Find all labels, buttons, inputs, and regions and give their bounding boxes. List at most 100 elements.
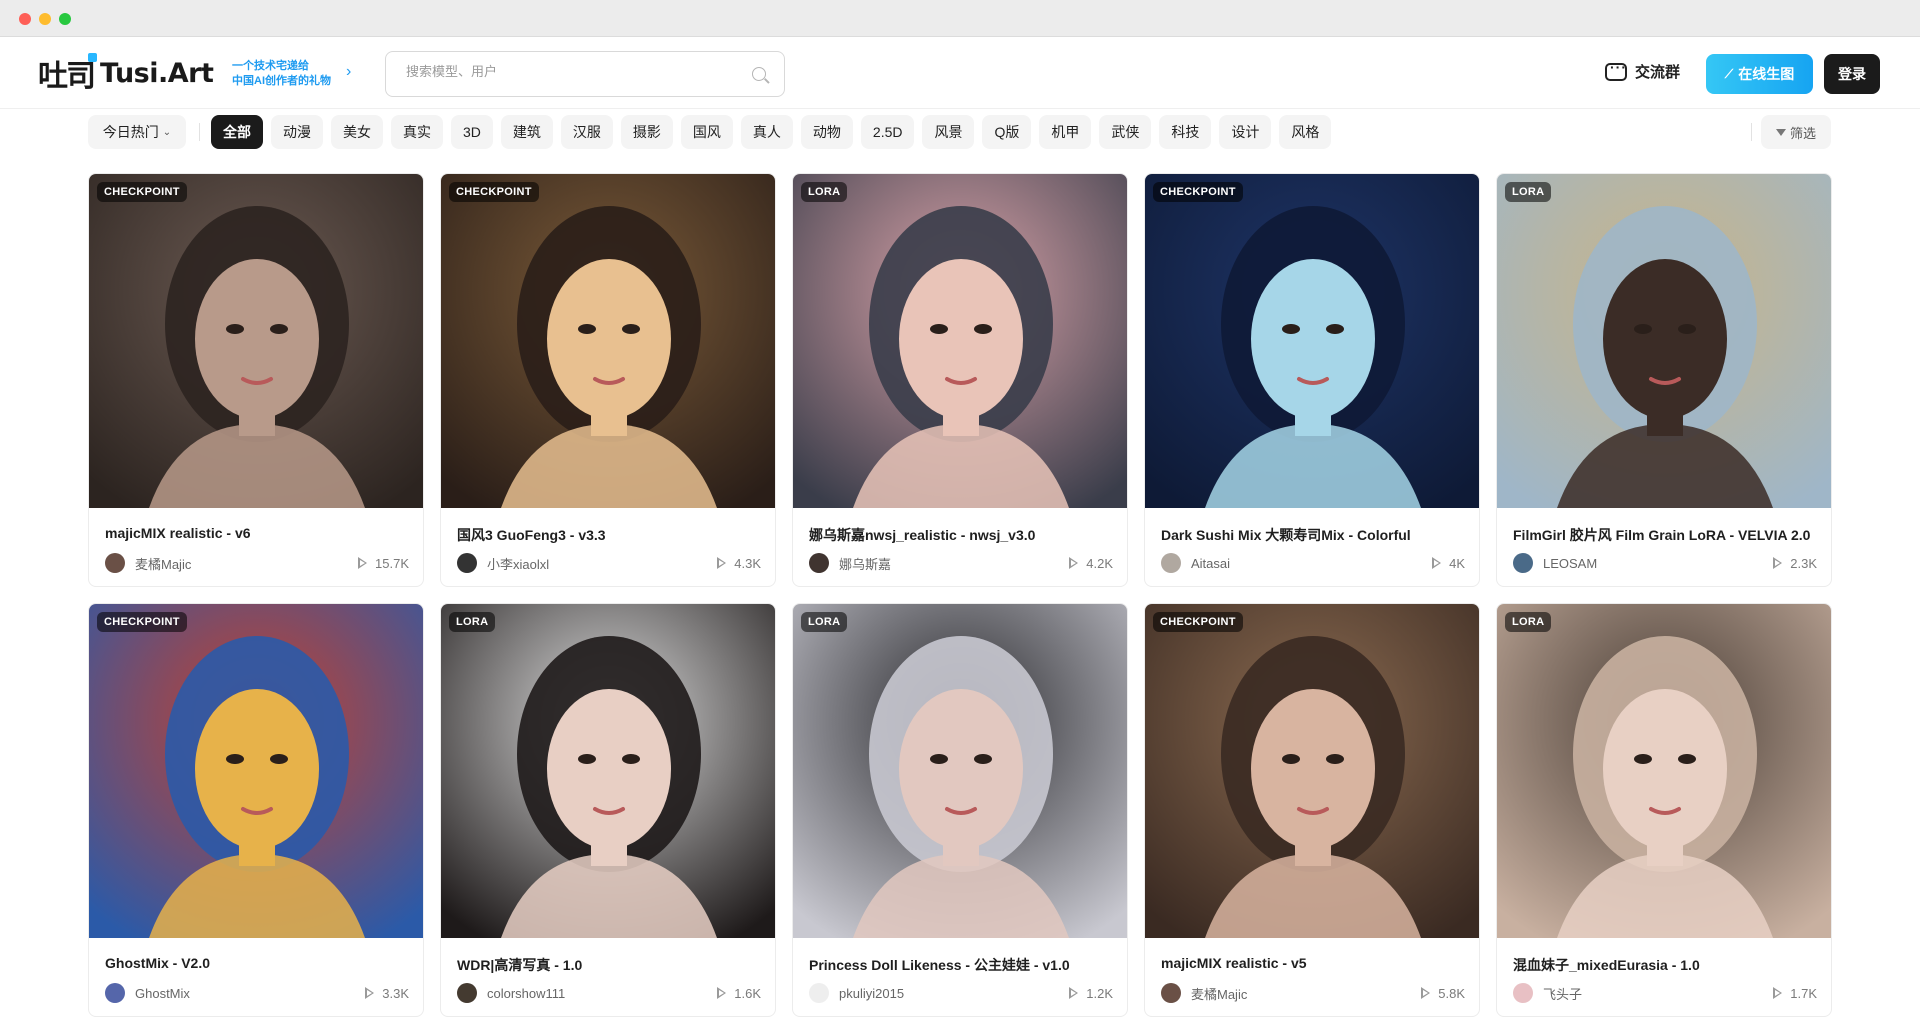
avatar[interactable]: [809, 983, 829, 1003]
model-title[interactable]: majicMIX realistic - v6: [105, 525, 413, 541]
run-count: 1.6K: [734, 985, 761, 1001]
model-type-badge: LORA: [801, 612, 848, 632]
community-link[interactable]: 交流群: [1605, 59, 1680, 82]
model-thumbnail[interactable]: CHECKPOINT: [1145, 604, 1479, 938]
model-thumbnail[interactable]: LORA: [441, 604, 775, 938]
sort-label: 今日热门: [102, 124, 159, 140]
model-title[interactable]: FilmGirl 胶片风 Film Grain LoRA - VELVIA 2.…: [1513, 525, 1821, 545]
portrait-image: [89, 604, 423, 938]
avatar[interactable]: [1161, 553, 1181, 573]
model-thumbnail[interactable]: CHECKPOINT: [1145, 174, 1479, 508]
author-name[interactable]: 麦橘Majic: [1191, 984, 1422, 1003]
model-title[interactable]: Princess Doll Likeness - 公主娃娃 - v1.0: [809, 955, 1117, 975]
avatar[interactable]: [1513, 553, 1533, 573]
online-generate-button[interactable]: ⟋ 在线生图: [1706, 54, 1813, 94]
window-titlebar: [0, 0, 1920, 37]
filter-button[interactable]: 筛选: [1761, 115, 1831, 149]
close-window-button[interactable]: [19, 13, 31, 25]
category-tag[interactable]: 风格: [1279, 115, 1332, 149]
model-card[interactable]: CHECKPOINT GhostMix - V2.0 GhostMix 3.3K: [88, 603, 424, 1017]
model-thumbnail[interactable]: LORA: [793, 174, 1127, 508]
author-name[interactable]: 娜乌斯嘉: [839, 554, 1070, 573]
play-icon: [1069, 557, 1079, 569]
category-tag[interactable]: 全部: [211, 115, 263, 149]
avatar[interactable]: [457, 553, 477, 573]
model-card[interactable]: LORA 娜乌斯嘉nwsj_realistic - nwsj_v3.0 娜乌斯嘉 4.…: [792, 173, 1128, 587]
author-name[interactable]: colorshow111: [487, 986, 718, 1001]
minimize-window-button[interactable]: [39, 13, 51, 25]
model-title[interactable]: WDR|高清写真 - 1.0: [457, 955, 765, 975]
category-tag[interactable]: 3D: [451, 115, 493, 149]
logo-text: Tusi.Art: [100, 57, 214, 89]
run-count: 4.2K: [1086, 555, 1113, 571]
category-tag[interactable]: 真人: [740, 115, 793, 149]
avatar[interactable]: [105, 983, 125, 1003]
model-card[interactable]: CHECKPOINT majicMIX realistic - v6 麦橘Majic…: [88, 173, 424, 587]
run-count: 5.8K: [1438, 985, 1465, 1001]
category-tag[interactable]: 风景: [922, 115, 975, 149]
model-title[interactable]: Dark Sushi Mix 大颗寿司Mix - Colorful: [1161, 525, 1469, 545]
model-card[interactable]: LORA FilmGirl 胶片风 Film Grain LoRA - VELVI…: [1496, 173, 1832, 587]
model-card[interactable]: CHECKPOINT majicMIX realistic - v5 麦橘Majic…: [1144, 603, 1480, 1017]
chevron-right-icon[interactable]: ›: [346, 63, 351, 81]
category-tag[interactable]: 机甲: [1039, 115, 1092, 149]
model-meta: LEOSAM 2.3K: [1513, 552, 1817, 574]
site-logo[interactable]: 吐司 Tusi.Art: [38, 53, 214, 94]
model-type-badge: CHECKPOINT: [1153, 612, 1243, 632]
model-thumbnail[interactable]: LORA: [1497, 604, 1831, 938]
category-tags: 全部 动漫 美女 真实 3D 建筑 汉服 摄影 国风 真人 动物 2.5D 风景 Q版 机甲 武侠 科技 设计 风格: [211, 115, 1332, 149]
author-name[interactable]: 小李xiaolxl: [487, 554, 718, 573]
model-card[interactable]: CHECKPOINT 国风3 GuoFeng3 - v3.3 小李xiaolxl 4.…: [440, 173, 776, 587]
category-tag[interactable]: 动物: [800, 115, 853, 149]
slogan[interactable]: 一个技术宅递给 中国AI创作者的礼物: [232, 59, 331, 89]
author-name[interactable]: GhostMix: [135, 986, 366, 1001]
avatar[interactable]: [809, 553, 829, 573]
model-thumbnail[interactable]: CHECKPOINT: [89, 174, 423, 508]
run-count: 2.3K: [1790, 555, 1817, 571]
author-name[interactable]: Aitasai: [1191, 556, 1433, 571]
category-tag[interactable]: 科技: [1159, 115, 1212, 149]
avatar[interactable]: [1513, 983, 1533, 1003]
author-name[interactable]: LEOSAM: [1543, 556, 1774, 571]
model-title[interactable]: GhostMix - V2.0: [105, 955, 413, 971]
model-title[interactable]: 混血妹子_mixedEurasia - 1.0: [1513, 955, 1821, 975]
model-thumbnail[interactable]: CHECKPOINT: [89, 604, 423, 938]
portrait-image: [89, 174, 423, 508]
sort-dropdown[interactable]: 今日热门 ⌄: [88, 115, 186, 149]
category-tag[interactable]: Q版: [982, 115, 1032, 149]
maximize-window-button[interactable]: [59, 13, 71, 25]
category-tag[interactable]: 武侠: [1099, 115, 1152, 149]
model-card[interactable]: CHECKPOINT Dark Sushi Mix 大颗寿司Mix - Color…: [1144, 173, 1480, 587]
category-tag[interactable]: 设计: [1219, 115, 1272, 149]
login-button[interactable]: 登录: [1824, 54, 1880, 94]
model-meta: 小李xiaolxl 4.3K: [457, 552, 761, 574]
author-name[interactable]: 飞头子: [1543, 984, 1774, 1003]
model-card[interactable]: LORA Princess Doll Likeness - 公主娃娃 - v1.0…: [792, 603, 1128, 1017]
model-thumbnail[interactable]: LORA: [793, 604, 1127, 938]
search-input[interactable]: [406, 64, 736, 79]
model-thumbnail[interactable]: CHECKPOINT: [441, 174, 775, 508]
category-tag[interactable]: 美女: [331, 115, 383, 149]
category-tag[interactable]: 2.5D: [860, 115, 915, 149]
model-title[interactable]: majicMIX realistic - v5: [1161, 955, 1469, 971]
avatar[interactable]: [105, 553, 125, 573]
run-count: 15.7K: [375, 555, 409, 571]
category-tag[interactable]: 汉服: [560, 115, 613, 149]
category-tag[interactable]: 建筑: [500, 115, 553, 149]
category-tag[interactable]: 国风: [680, 115, 733, 149]
model-thumbnail[interactable]: LORA: [1497, 174, 1831, 508]
category-tag[interactable]: 真实: [391, 115, 443, 149]
avatar[interactable]: [457, 983, 477, 1003]
search-icon[interactable]: [752, 67, 766, 81]
model-card[interactable]: LORA 混血妹子_mixedEurasia - 1.0 飞头子 1.7K: [1496, 603, 1832, 1017]
author-name[interactable]: 麦橘Majic: [135, 554, 359, 573]
category-tag[interactable]: 动漫: [271, 115, 323, 149]
model-title[interactable]: 娜乌斯嘉nwsj_realistic - nwsj_v3.0: [809, 525, 1117, 545]
model-type-badge: LORA: [1505, 612, 1552, 632]
model-title[interactable]: 国风3 GuoFeng3 - v3.3: [457, 525, 765, 545]
category-tag[interactable]: 摄影: [620, 115, 673, 149]
avatar[interactable]: [1161, 983, 1181, 1003]
portrait-image: [1497, 174, 1831, 508]
author-name[interactable]: pkuliyi2015: [839, 986, 1070, 1001]
model-card[interactable]: LORA WDR|高清写真 - 1.0 colorshow111 1.6K: [440, 603, 776, 1017]
